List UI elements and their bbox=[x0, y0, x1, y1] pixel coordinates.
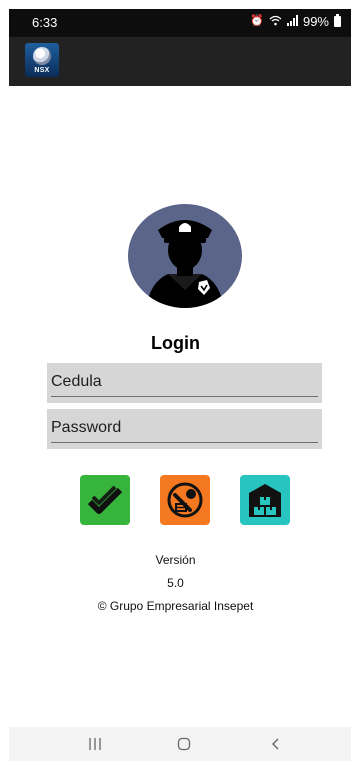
settings-tools-button[interactable] bbox=[160, 475, 210, 525]
battery-percent: 99% bbox=[302, 14, 329, 29]
battery-icon bbox=[334, 14, 341, 27]
status-time: 6:33 bbox=[32, 15, 58, 30]
alarm-icon: ⏰ bbox=[250, 15, 264, 27]
home-icon bbox=[177, 737, 191, 751]
password-input[interactable] bbox=[51, 414, 318, 443]
warehouse-icon bbox=[249, 484, 281, 517]
login-check-button[interactable] bbox=[80, 475, 130, 525]
recent-apps-icon bbox=[89, 738, 101, 750]
tools-icon bbox=[167, 482, 203, 518]
wifi-icon bbox=[269, 15, 282, 29]
logo-text: NSX bbox=[34, 67, 50, 74]
logo-emblem bbox=[33, 47, 51, 65]
cedula-field[interactable] bbox=[47, 363, 322, 403]
version-number: 5.0 bbox=[167, 576, 184, 590]
login-title: Login bbox=[151, 333, 200, 353]
copyright-text: © Grupo Empresarial Insepet bbox=[97, 599, 254, 613]
app-logo: NSX bbox=[25, 43, 59, 77]
guard-avatar bbox=[128, 204, 242, 308]
security-guard-icon bbox=[146, 220, 224, 308]
version-label: Versión bbox=[155, 553, 196, 567]
back-button[interactable] bbox=[269, 735, 283, 753]
home-button[interactable] bbox=[177, 735, 191, 753]
cedula-input[interactable] bbox=[51, 368, 318, 397]
status-bar: 6:33 ⏰ 99% bbox=[9, 9, 351, 37]
warehouse-button[interactable] bbox=[240, 475, 290, 525]
back-icon bbox=[272, 738, 279, 750]
screen: 6:33 ⏰ 99% NSX Login Cedula Versión 5.0 … bbox=[0, 0, 351, 761]
status-icons: ⏰ 99% bbox=[250, 14, 341, 29]
password-field[interactable] bbox=[47, 409, 322, 449]
double-check-icon bbox=[87, 485, 123, 514]
recent-apps-button[interactable] bbox=[88, 735, 102, 753]
system-nav-bar bbox=[9, 727, 351, 761]
app-bar: NSX bbox=[9, 37, 351, 86]
signal-icon bbox=[286, 14, 298, 29]
